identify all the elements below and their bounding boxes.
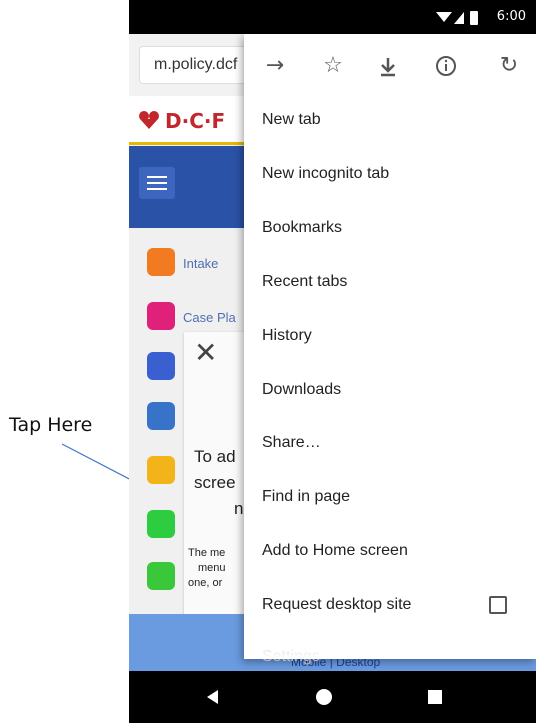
menu-item-share[interactable]: Share…: [262, 423, 522, 463]
site-header: D·C·F: [129, 96, 249, 145]
home-icon[interactable]: [314, 687, 334, 707]
bookmark-star-icon[interactable]: ☆: [318, 51, 348, 81]
dialog-body-line: one, or: [188, 577, 223, 589]
recents-icon[interactable]: [427, 689, 443, 705]
wifi-icon: [436, 12, 452, 22]
back-icon[interactable]: [205, 689, 221, 705]
menu-item-bookmarks[interactable]: Bookmarks: [262, 208, 522, 248]
dialog-body-line: menu: [198, 562, 226, 574]
side-label-intake[interactable]: Intake: [183, 256, 218, 271]
menu-item-downloads[interactable]: Downloads: [262, 370, 522, 410]
info-icon[interactable]: [434, 54, 458, 78]
dialog-body: The me menu one, or: [188, 546, 250, 591]
forward-icon[interactable]: →: [260, 51, 290, 81]
desktop-site-checkbox[interactable]: [489, 596, 507, 614]
menu-item-recent-tabs[interactable]: Recent tabs: [262, 262, 522, 302]
chrome-overflow-menu: → ☆ ↻ New tab New incognito tab Bookmark…: [244, 34, 536, 665]
menu-item-new-tab[interactable]: New tab: [262, 100, 522, 140]
refresh-icon[interactable]: ↻: [494, 51, 524, 81]
close-icon[interactable]: ✕: [194, 336, 217, 369]
people-icon[interactable]: [147, 402, 175, 430]
medical-kit-icon[interactable]: [147, 456, 175, 484]
system-nav-bar: [129, 671, 536, 723]
dcf-logo-icon: [139, 111, 159, 129]
dialog-body-line: The me: [188, 547, 226, 559]
heart-icon[interactable]: [147, 352, 175, 380]
intake-icon[interactable]: [147, 248, 175, 276]
signal-icon: [454, 12, 464, 24]
menu-item-add-to-home-screen[interactable]: Add to Home screen: [262, 531, 522, 571]
status-time: 6:00: [496, 9, 526, 24]
money-icon[interactable]: [147, 510, 175, 538]
side-label-case-plan[interactable]: Case Pla: [183, 310, 236, 325]
battery-icon: [470, 11, 478, 25]
annotation-label: Tap Here: [9, 414, 93, 436]
menu-item-request-desktop-site[interactable]: Request desktop site: [262, 585, 522, 625]
menu-item-find-in-page[interactable]: Find in page: [262, 477, 522, 517]
site-logo-text: D·C·F: [165, 109, 226, 133]
phone-screen: 6:00 m.policy.dcf D·C·F Intake Case Pla: [129, 0, 536, 723]
hamburger-menu-icon[interactable]: [139, 167, 175, 199]
status-bar: 6:00: [129, 0, 536, 34]
menu-item-history[interactable]: History: [262, 316, 522, 356]
menu-fade: [244, 634, 536, 659]
case-plan-icon[interactable]: [147, 302, 175, 330]
menu-item-new-incognito-tab[interactable]: New incognito tab: [262, 154, 522, 194]
download-icon[interactable]: [377, 56, 399, 78]
info-circle-icon[interactable]: [147, 562, 175, 590]
status-icons: [436, 11, 478, 25]
menu-toolbar: → ☆ ↻: [244, 34, 536, 96]
